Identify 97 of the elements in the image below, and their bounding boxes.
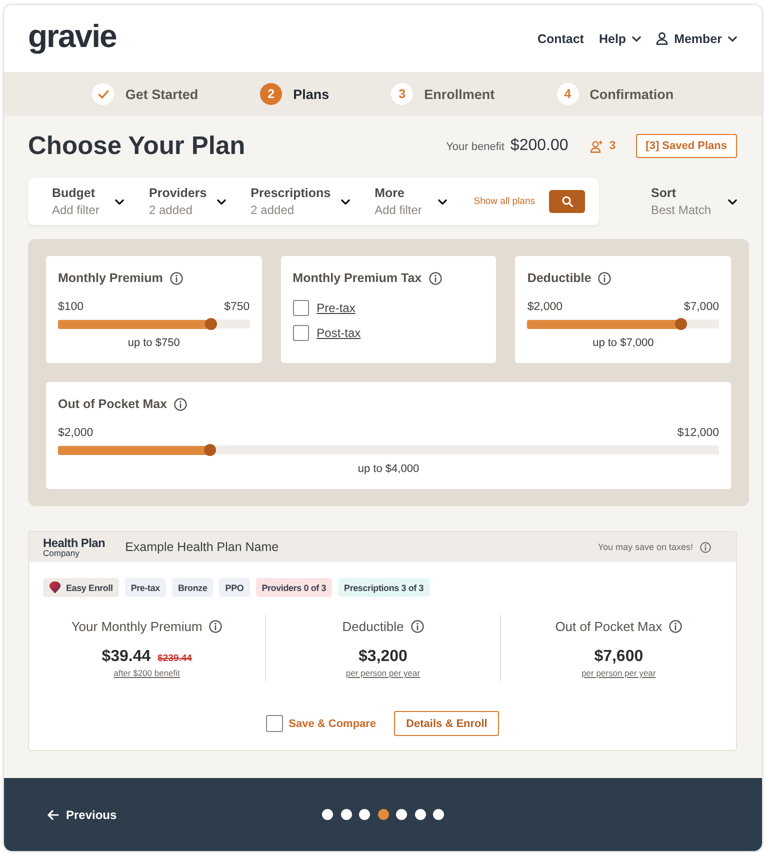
nav-link[interactable]: Contact <box>537 32 584 46</box>
filter-dropdown[interactable]: Budget Add filter <box>52 186 124 217</box>
plan-tag: Prescriptions 3 of 3 <box>338 578 430 597</box>
info-icon <box>428 272 442 284</box>
plan-tag: PPO <box>219 578 250 597</box>
filter-dropdown[interactable]: Providers 2 added <box>149 186 226 217</box>
step-number: 4 <box>556 83 579 105</box>
stat-value: $7,600 <box>594 648 644 666</box>
chevron-down-icon <box>438 198 447 204</box>
slider-thumb[interactable] <box>204 444 216 456</box>
page-dot[interactable] <box>322 809 333 820</box>
plan-tag: Providers 0 of 3 <box>256 578 332 597</box>
filter-dropdown[interactable]: Prescriptions 2 added <box>250 186 350 217</box>
plan-tag: Bronze <box>172 578 214 597</box>
option-label[interactable]: Pre-tax <box>316 301 356 315</box>
logo-title: Health Plan <box>43 536 106 549</box>
range-min-label: $100 <box>58 301 84 313</box>
account-menu[interactable]: Member <box>656 32 737 46</box>
search-icon <box>562 196 572 207</box>
range-reading: up to $4,000 <box>356 463 420 475</box>
chevron-down-icon <box>340 198 350 204</box>
filter-title: Out of Pocket Max <box>58 397 168 411</box>
info-icon <box>700 542 711 552</box>
checkbox[interactable] <box>292 325 309 341</box>
page-dot[interactable] <box>414 809 426 820</box>
person-plus-icon <box>590 140 604 152</box>
option-label[interactable]: Post-tax <box>316 326 361 340</box>
page-dot[interactable] <box>340 809 352 820</box>
chevron-down-icon <box>216 198 226 204</box>
range-min-label: $2,000 <box>527 301 563 313</box>
balloon-icon <box>49 581 61 594</box>
previous-button[interactable]: Previous <box>47 808 117 822</box>
stat-note: after $200 benefit <box>114 668 180 678</box>
details-enroll-button[interactable]: Details & Enroll <box>394 711 500 736</box>
slider-thumb[interactable] <box>205 318 218 330</box>
original-price: $239.44 <box>158 653 192 664</box>
person-icon <box>656 32 668 45</box>
filter-title: Deductible <box>527 271 592 285</box>
stat-value: $3,200 <box>358 648 408 666</box>
slider-thumb[interactable] <box>674 318 687 330</box>
chevron-down-icon <box>632 36 642 42</box>
stat-label: Deductible <box>342 619 404 634</box>
slider-track[interactable] <box>58 318 250 330</box>
chevron-down-icon <box>728 36 737 42</box>
filter-title: Monthly Premium Tax <box>292 271 422 285</box>
chevron-down-icon <box>115 198 124 204</box>
saved-plans-button[interactable]: [3] Saved Plans <box>636 134 737 158</box>
step-number: 3 <box>391 83 414 105</box>
step-label: Get Started <box>125 86 198 102</box>
stat-label: Out of Pocket Max <box>555 619 662 634</box>
step-label: Plans <box>293 86 330 102</box>
chevron-down-icon <box>728 198 737 204</box>
logo[interactable]: gravie <box>28 18 116 55</box>
tax-note: You may save on taxes! <box>598 542 693 552</box>
benefit-amount: $200.00 <box>510 137 568 155</box>
page-dot[interactable] <box>359 809 370 820</box>
sort-dropdown[interactable]: Sort Best Match <box>651 186 737 217</box>
step-label: Enrollment <box>424 86 495 102</box>
stat-note: per person per year <box>582 668 656 678</box>
info-icon <box>209 620 222 633</box>
save-compare-label[interactable]: Save & Compare <box>288 718 376 730</box>
stat-note: per person per year <box>346 668 420 678</box>
info-icon <box>174 398 188 410</box>
range-min-label: $2,000 <box>58 427 94 439</box>
checkbox[interactable] <box>292 300 309 316</box>
page-dot[interactable] <box>433 809 444 820</box>
page-title: Choose Your Plan <box>28 132 246 160</box>
arrow-left-icon <box>47 810 59 820</box>
plan-name: Example Health Plan Name <box>125 540 279 554</box>
logo-subtitle: Company <box>43 548 80 558</box>
nav-menu[interactable]: Help <box>598 32 642 46</box>
stat-value: $39.44 <box>102 648 151 666</box>
checkbox[interactable] <box>266 715 283 732</box>
range-max-label: $7,000 <box>684 301 719 313</box>
range-reading: up to $750 <box>126 337 181 349</box>
plan-tag: Pre-tax <box>124 578 166 597</box>
slider-track[interactable] <box>58 444 719 456</box>
range-reading: up to $7,000 <box>592 337 655 349</box>
stat-label: Your Monthly Premium <box>71 619 202 634</box>
filter-dropdown[interactable]: More Add filter <box>374 186 447 217</box>
show-all-plans-link[interactable]: Show all plans <box>474 196 535 207</box>
page-dot[interactable] <box>378 809 388 820</box>
step-number: 2 <box>260 83 282 105</box>
search-button[interactable] <box>549 190 585 213</box>
page-dot[interactable] <box>396 809 407 820</box>
info-icon <box>170 272 183 284</box>
filter-title: Monthly Premium <box>58 271 163 285</box>
info-icon <box>598 272 612 284</box>
info-icon <box>669 620 682 633</box>
info-icon <box>410 620 424 633</box>
plan-tag: Easy Enroll <box>43 578 119 597</box>
benefit-label: Your benefit <box>446 141 504 153</box>
slider-track[interactable] <box>527 318 719 330</box>
range-max-label: $750 <box>224 301 250 313</box>
member-count: 3 <box>609 140 616 152</box>
range-max-label: $12,000 <box>677 427 719 439</box>
step-label: Confirmation <box>590 86 674 102</box>
